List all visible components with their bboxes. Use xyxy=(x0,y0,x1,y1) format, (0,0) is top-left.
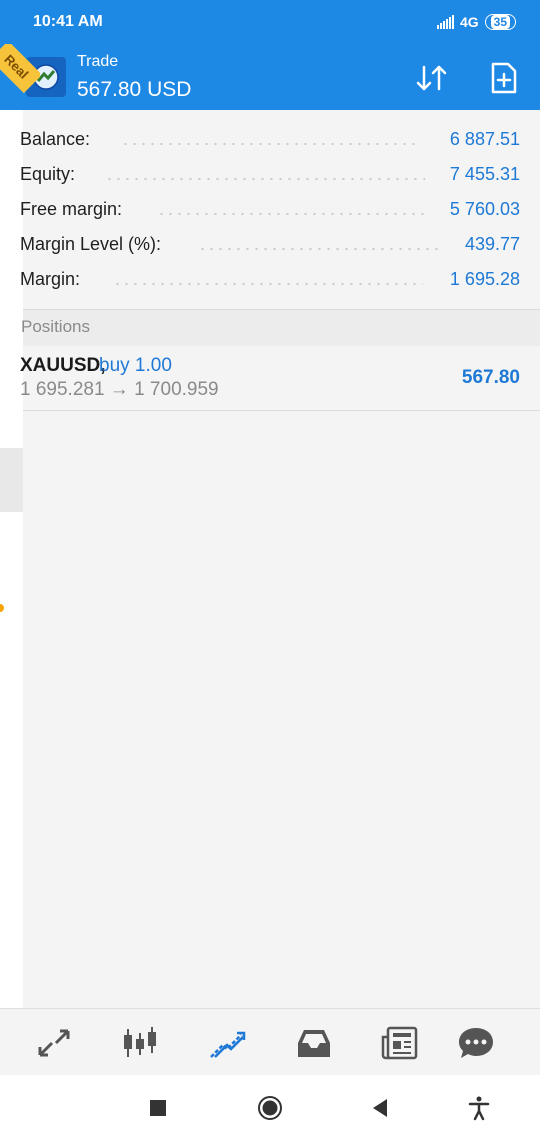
leader-dots xyxy=(113,283,423,285)
position-direction: buy 1.00 xyxy=(99,355,172,376)
chat-bubble-icon xyxy=(459,1028,493,1058)
tab-quotes[interactable] xyxy=(34,1025,74,1061)
position-profit: 567.80 xyxy=(461,367,520,388)
tab-news[interactable] xyxy=(380,1025,420,1061)
free-margin-label: Free margin: xyxy=(20,199,123,219)
notification-dot xyxy=(0,604,4,612)
leader-dots xyxy=(157,213,425,215)
tab-messages[interactable] xyxy=(456,1025,496,1061)
candlestick-chart-icon xyxy=(124,1027,156,1057)
back-triangle-icon xyxy=(373,1099,387,1117)
trade-arrows-icon xyxy=(210,1031,246,1058)
tab-chart[interactable] xyxy=(120,1025,160,1061)
tab-trade[interactable] xyxy=(207,1025,247,1061)
tab-history[interactable] xyxy=(294,1025,334,1061)
status-indicators: 4G 35 xyxy=(436,14,516,30)
network-type: 4G xyxy=(459,14,479,30)
summary-row-margin-level: Margin Level (%): 439.77 xyxy=(20,227,540,262)
square-icon xyxy=(150,1100,166,1116)
positions-header: Positions xyxy=(21,309,540,347)
header-profit: 567.80 USD xyxy=(77,78,192,101)
margin-label: Margin: xyxy=(20,269,81,289)
recent-apps-button[interactable] xyxy=(146,1095,172,1121)
summary-row-margin: Margin: 1 695.28 xyxy=(20,262,540,297)
circle-icon xyxy=(258,1096,282,1120)
summary-row-equity: Equity: 7 455.31 xyxy=(20,157,540,192)
margin-level-value: 439.77 xyxy=(464,234,520,254)
system-nav-bar xyxy=(0,1075,540,1140)
drawer-selected-item[interactable] xyxy=(0,448,23,512)
home-button[interactable] xyxy=(257,1095,283,1121)
new-order-button[interactable] xyxy=(488,61,520,95)
accessibility-button[interactable] xyxy=(466,1095,492,1121)
margin-value: 1 695.28 xyxy=(449,269,520,289)
page-title: Trade xyxy=(77,53,119,70)
back-button[interactable] xyxy=(368,1095,394,1121)
summary-row-balance: Balance: 6 887.51 xyxy=(20,122,540,157)
position-symbol: XAUUSD, xyxy=(20,355,106,376)
status-time: 10:41 AM xyxy=(33,13,103,30)
trade-content: Balance: 6 887.51 Equity: 7 455.31 Free … xyxy=(20,110,540,1008)
free-margin-value: 5 760.03 xyxy=(449,199,520,219)
newspaper-icon xyxy=(381,1026,418,1060)
margin-level-label: Margin Level (%): xyxy=(20,234,162,254)
bottom-tab-bar xyxy=(0,1008,540,1076)
quotes-arrows-icon xyxy=(38,1029,70,1057)
summary-row-free-margin: Free margin: 5 760.03 xyxy=(20,192,540,227)
accessibility-icon xyxy=(468,1096,490,1121)
equity-label: Equity: xyxy=(20,164,76,184)
account-badge: Real xyxy=(0,44,40,100)
equity-value: 7 455.31 xyxy=(449,164,520,184)
new-order-icon xyxy=(491,62,517,94)
leader-dots xyxy=(105,178,425,180)
account-badge-label: Real xyxy=(0,44,40,94)
positions-header-label: Positions xyxy=(21,317,90,336)
leader-dots xyxy=(198,248,440,250)
status-bar: 10:41 AM 4G 35 xyxy=(0,0,540,44)
position-row[interactable]: XAUUSD, buy 1.00 1 695.281 → 1 700.959 5… xyxy=(20,346,540,411)
balance-label: Balance: xyxy=(20,129,91,149)
battery-level: 35 xyxy=(490,15,510,29)
app-bar: Trade 567.80 USD xyxy=(0,44,540,110)
battery-icon: 35 xyxy=(484,14,516,30)
inbox-history-icon xyxy=(298,1030,330,1057)
sort-arrows-icon xyxy=(416,65,447,91)
signal-icon xyxy=(436,15,454,29)
sort-button[interactable] xyxy=(413,61,451,95)
balance-value: 6 887.51 xyxy=(449,129,520,149)
leader-dots xyxy=(121,143,421,145)
position-prices: 1 695.281 → 1 700.959 xyxy=(20,379,219,400)
